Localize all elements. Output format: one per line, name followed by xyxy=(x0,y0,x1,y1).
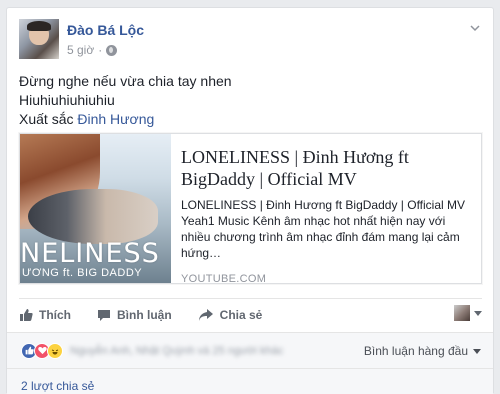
post-line-3: Xuất sắc Đinh Hương xyxy=(19,110,232,129)
share-arrow-icon xyxy=(198,308,213,321)
like-label: Thích xyxy=(39,307,71,322)
post-text: Đừng nghe nếu vừa chia tay nhen Hiuhiuhi… xyxy=(19,72,232,129)
preview-description: LONELINESS | Đinh Hương ft BigDaddy | Of… xyxy=(181,198,466,260)
post-as-avatar xyxy=(454,305,470,321)
comment-sort-dropdown[interactable]: Bình luận hàng đầu xyxy=(364,344,481,358)
shares-bar: 2 lượt chia sẻ xyxy=(7,368,493,394)
post-meta: Đào Bá Lộc 5 giờ · xyxy=(67,19,144,59)
thumbnail-man xyxy=(28,189,158,244)
comment-button[interactable]: Bình luận xyxy=(97,308,172,322)
author-avatar[interactable] xyxy=(19,19,59,59)
like-button[interactable]: Thích xyxy=(19,308,71,322)
reaction-names[interactable]: Nguyễn Anh, Nhật Quỳnh và 25 người khác xyxy=(70,345,283,357)
preview-info: LONELINESS | Đinh Hương ft BigDaddy | Of… xyxy=(171,134,481,285)
thumbs-up-icon xyxy=(20,308,33,321)
comment-label: Bình luận xyxy=(117,307,172,322)
comment-icon xyxy=(98,309,110,321)
thumbnail-title: NELINESS xyxy=(20,238,160,269)
link-preview[interactable]: NELINESS ƯƠNG ft. BIG DADDY LONELINESS |… xyxy=(19,133,482,285)
post-header: Đào Bá Lộc 5 giờ · xyxy=(19,19,144,59)
post-line-1: Đừng nghe nếu vừa chia tay nhen xyxy=(19,73,232,89)
globe-icon[interactable] xyxy=(106,44,118,56)
preview-domain: YOUTUBE.COM xyxy=(181,273,267,285)
reactions-bar: Nguyễn Anh, Nhật Quỳnh và 25 người khác … xyxy=(7,332,493,368)
mention-prefix: Xuất sắc xyxy=(19,111,78,127)
sort-label: Bình luận hàng đầu xyxy=(363,344,468,358)
mention-link[interactable]: Đinh Hương xyxy=(77,111,154,127)
post-card: Đào Bá Lộc 5 giờ · Đừng nghe nếu vừa chi… xyxy=(6,7,494,394)
author-name[interactable]: Đào Bá Lộc xyxy=(67,20,144,40)
post-time[interactable]: 5 giờ xyxy=(67,43,94,57)
action-bar: Thích Bình luận Chia sẻ xyxy=(19,298,482,324)
caret-down-icon xyxy=(474,310,482,316)
post-as-selector[interactable] xyxy=(454,305,482,321)
preview-title[interactable]: LONELINESS | Đinh Hương ft BigDaddy | Of… xyxy=(181,146,471,190)
thumbnail-subtitle: ƯƠNG ft. BIG DADDY xyxy=(22,267,143,279)
sort-caret-icon xyxy=(473,348,481,354)
haha-reaction-icon[interactable] xyxy=(47,342,63,359)
post-line-2: Hiuhiuhiuhiuhiu xyxy=(19,92,115,108)
separator-dot: · xyxy=(98,43,103,57)
timestamp-row: 5 giờ · xyxy=(67,43,144,57)
preview-thumbnail[interactable]: NELINESS ƯƠNG ft. BIG DADDY xyxy=(20,134,171,283)
share-count-link[interactable]: 2 lượt chia sẻ xyxy=(21,379,94,393)
post-options-chevron-icon[interactable] xyxy=(469,22,481,34)
share-label: Chia sẻ xyxy=(219,307,263,322)
share-button[interactable]: Chia sẻ xyxy=(198,307,263,322)
